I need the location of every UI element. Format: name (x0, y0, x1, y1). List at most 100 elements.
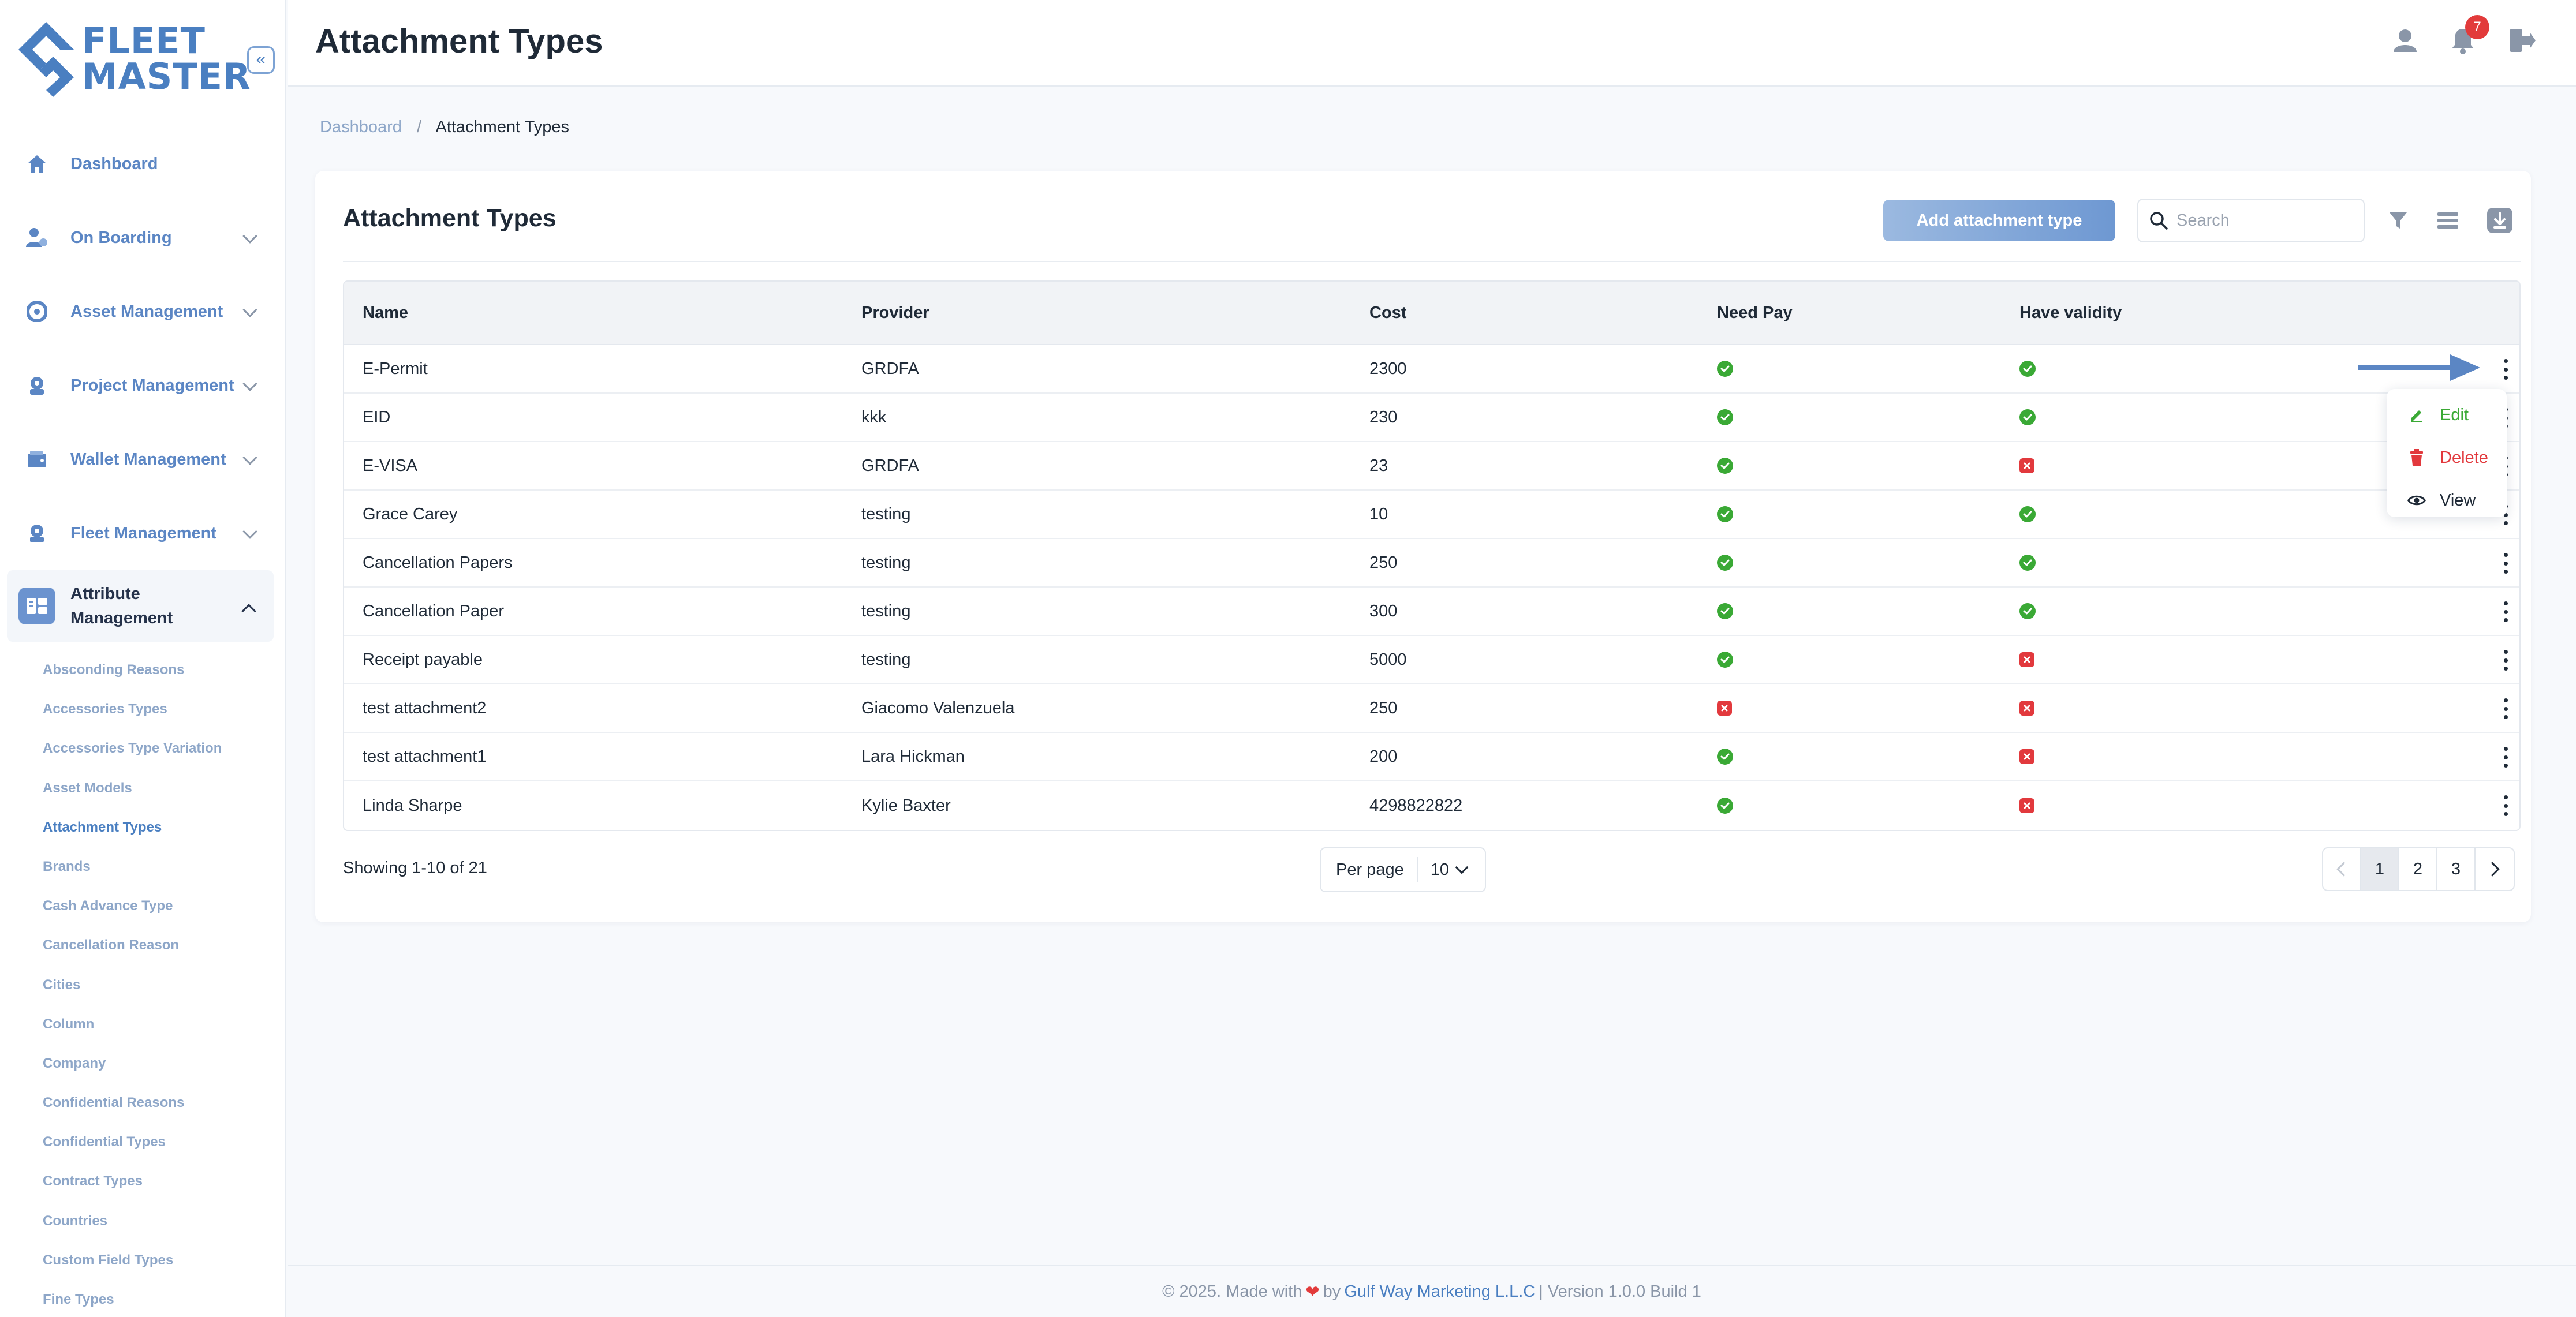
filter-icon[interactable] (2382, 204, 2414, 237)
home-icon (25, 152, 48, 175)
pagination-next-button[interactable] (2476, 848, 2514, 890)
breadcrumb-current: Attachment Types (435, 118, 570, 136)
footer-company-link[interactable]: Gulf Way Marketing L.L.C (1344, 1282, 1535, 1301)
eye-icon (2407, 491, 2426, 510)
breadcrumb-home-link[interactable]: Dashboard (320, 118, 402, 136)
row-actions-kebab-icon[interactable] (2499, 355, 2512, 384)
table-row[interactable]: E-Permit GRDFA 2300 (344, 345, 2519, 394)
cell-need-pay (1717, 603, 1733, 619)
sidebar-item-attribute-management[interactable]: Attribute Management (7, 570, 274, 642)
sub-item-cities[interactable]: Cities (43, 976, 222, 1016)
sub-item-column[interactable]: Column (43, 1016, 222, 1055)
project-icon (25, 374, 48, 397)
row-actions-kebab-icon[interactable] (2499, 646, 2512, 675)
menu-item-label: Delete (2440, 448, 2488, 467)
menu-item-view[interactable]: View (2407, 486, 2476, 515)
sidebar-item-asset-management[interactable]: Asset Management (0, 275, 285, 349)
row-actions-kebab-icon[interactable] (2499, 791, 2512, 820)
sidebar-collapse-button[interactable]: « (247, 46, 275, 74)
check-circle-icon (1717, 603, 1733, 619)
sub-item-accessories-types[interactable]: Accessories Types (43, 701, 222, 740)
table-row[interactable]: Linda Sharpe Kylie Baxter 4298822822 (344, 781, 2519, 830)
cell-cost: 200 (1369, 747, 1398, 766)
x-square-icon (2019, 798, 2034, 813)
row-actions-kebab-icon[interactable] (2499, 549, 2512, 578)
menu-item-delete[interactable]: Delete (2407, 443, 2488, 472)
sub-item-confidential-reasons[interactable]: Confidential Reasons (43, 1094, 222, 1133)
footer-version: | Version 1.0.0 Build 1 (1539, 1282, 1701, 1301)
sub-item-custom-field-types[interactable]: Custom Field Types (43, 1252, 222, 1291)
table-row[interactable]: test attachment2 Giacomo Valenzuela 250 (344, 684, 2519, 733)
sub-item-contract-types[interactable]: Contract Types (43, 1173, 222, 1212)
add-attachment-type-button[interactable]: Add attachment type (1883, 200, 2115, 241)
sidebar-item-wallet-management[interactable]: Wallet Management (0, 422, 285, 496)
attachment-types-table: Name Provider Cost Need Pay Have validit… (343, 280, 2521, 831)
pagination: 1 2 3 (2322, 847, 2515, 891)
sidebar-item-label: On Boarding (70, 228, 172, 247)
cell-name: Cancellation Papers (363, 553, 513, 572)
table-row[interactable]: E-VISA GRDFA 23 (344, 442, 2519, 491)
sidebar-item-fleet-management[interactable]: Fleet Management (0, 496, 285, 570)
sub-item-accessories-type-variation[interactable]: Accessories Type Variation (43, 740, 222, 779)
check-circle-icon (1717, 652, 1733, 668)
heart-icon: ❤ (1305, 1282, 1320, 1301)
cell-have-validity (2019, 506, 2036, 522)
row-actions-kebab-icon[interactable] (2499, 743, 2512, 772)
row-actions-kebab-icon[interactable] (2499, 694, 2512, 723)
per-page-value[interactable]: 10 (1431, 860, 1449, 880)
cell-name: EID (363, 407, 391, 426)
table-row[interactable]: EID kkk 230 (344, 394, 2519, 442)
sidebar-item-on-boarding[interactable]: On Boarding (0, 201, 285, 275)
table-row[interactable]: Cancellation Paper testing 300 (344, 588, 2519, 636)
cell-cost: 4298822822 (1369, 796, 1463, 815)
cell-need-pay (1717, 409, 1733, 425)
sub-item-asset-models[interactable]: Asset Models (43, 780, 222, 819)
pagination-page-2[interactable]: 2 (2399, 848, 2437, 890)
double-chevron-left-icon: « (256, 50, 266, 69)
bell-icon[interactable]: 7 (2446, 15, 2489, 58)
sub-item-company[interactable]: Company (43, 1055, 222, 1094)
attribute-sub-menu: Absconding Reasons Accessories Types Acc… (43, 661, 222, 1317)
sub-item-confidential-types[interactable]: Confidential Types (43, 1133, 222, 1173)
per-page-select[interactable]: Per page 10 (1320, 847, 1486, 892)
table-row[interactable]: Cancellation Papers testing 250 (344, 539, 2519, 588)
cell-have-validity (2019, 555, 2036, 571)
column-header-have-validity[interactable]: Have validity (2019, 304, 2122, 323)
user-icon[interactable] (2388, 23, 2422, 58)
column-header-cost[interactable]: Cost (1369, 304, 1406, 323)
sidebar-item-project-management[interactable]: Project Management (0, 349, 285, 422)
table-row[interactable]: Grace Carey testing 10 (344, 491, 2519, 539)
columns-list-icon[interactable] (2432, 204, 2464, 237)
app-logo[interactable]: FLEET MASTER (18, 20, 251, 100)
row-actions-kebab-icon[interactable] (2499, 597, 2512, 626)
chevron-down-icon (242, 376, 257, 391)
sub-item-cancellation-reason[interactable]: Cancellation Reason (43, 937, 222, 976)
table-row[interactable]: Receipt payable testing 5000 (344, 636, 2519, 684)
sidebar-item-dashboard[interactable]: Dashboard (0, 127, 285, 201)
sub-item-brands[interactable]: Brands (43, 858, 222, 897)
pagination-page-1[interactable]: 1 (2361, 848, 2399, 890)
menu-item-edit[interactable]: Edit (2407, 401, 2469, 429)
sub-item-countries[interactable]: Countries (43, 1213, 222, 1252)
cell-need-pay (1717, 361, 1733, 377)
search-input[interactable] (2176, 211, 2350, 230)
logout-icon[interactable] (2503, 23, 2538, 58)
sub-item-absconding-reasons[interactable]: Absconding Reasons (43, 661, 222, 701)
download-icon[interactable] (2484, 204, 2516, 237)
column-header-name[interactable]: Name (363, 304, 408, 323)
sub-item-cash-advance-type[interactable]: Cash Advance Type (43, 897, 222, 937)
pagination-page-3[interactable]: 3 (2437, 848, 2476, 890)
cell-provider: testing (861, 553, 911, 572)
sub-item-fine-types[interactable]: Fine Types (43, 1291, 222, 1317)
column-header-provider[interactable]: Provider (861, 304, 929, 323)
column-header-need-pay[interactable]: Need Pay (1717, 304, 1793, 323)
pagination-prev-button[interactable] (2323, 848, 2361, 890)
x-square-icon (2019, 701, 2034, 716)
cell-provider: Kylie Baxter (861, 796, 951, 815)
table-row[interactable]: test attachment1 Lara Hickman 200 (344, 733, 2519, 781)
sub-item-attachment-types[interactable]: Attachment Types (43, 819, 222, 858)
search-box (2137, 199, 2365, 242)
cell-cost: 5000 (1369, 650, 1407, 669)
cell-cost: 300 (1369, 601, 1398, 620)
check-circle-icon (1717, 749, 1733, 765)
